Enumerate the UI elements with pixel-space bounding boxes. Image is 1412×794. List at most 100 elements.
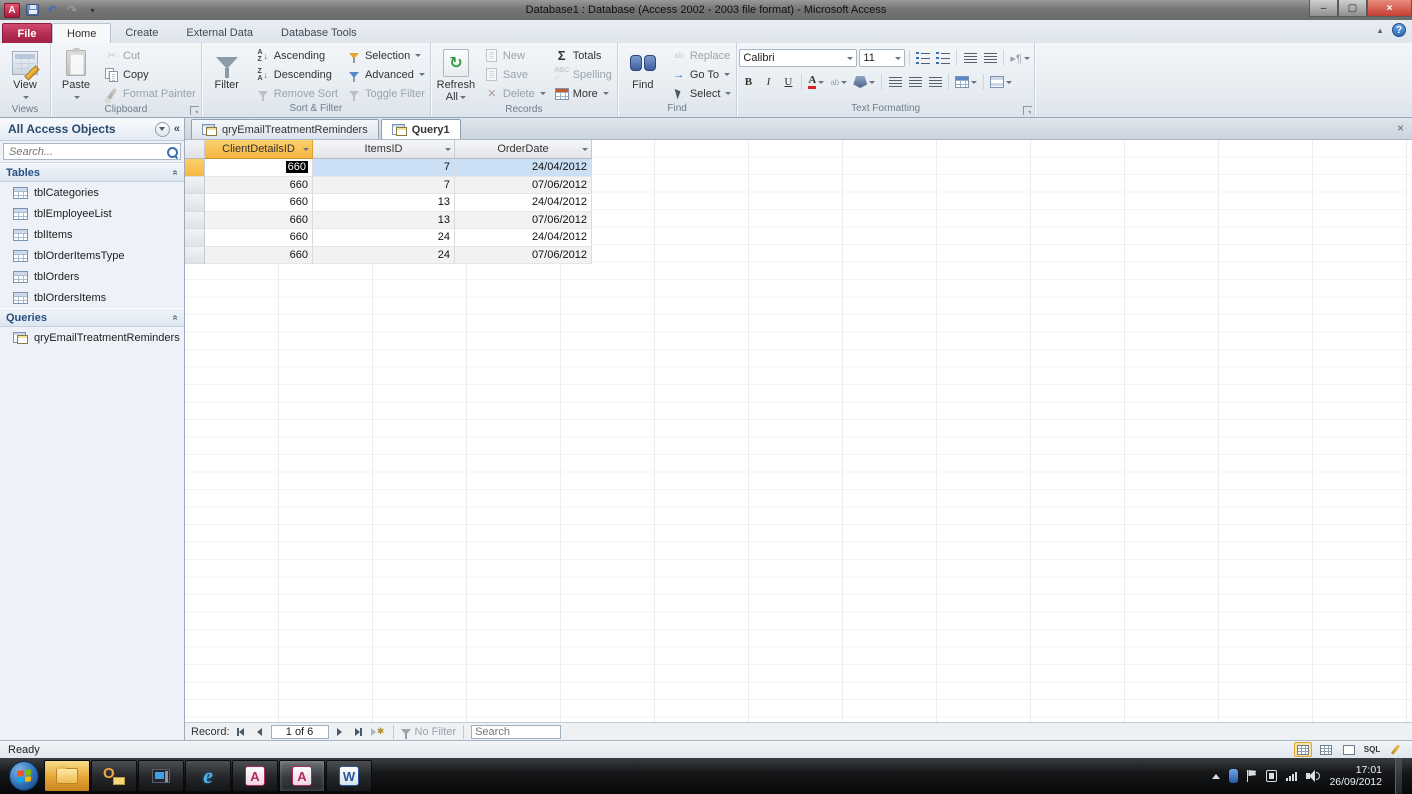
more-button[interactable]: More: [551, 84, 615, 103]
cell-clientdetailsid[interactable]: 660: [205, 246, 313, 264]
select-button[interactable]: Select: [668, 84, 735, 103]
cell-orderdate[interactable]: 24/04/2012: [455, 159, 592, 177]
toggle-filter-button[interactable]: Toggle Filter: [343, 84, 428, 103]
tab-query1[interactable]: Query1: [380, 119, 461, 139]
select-all-corner[interactable]: [185, 140, 205, 159]
numbering-button[interactable]: [934, 49, 952, 68]
sidebar-item-tblemployeelist[interactable]: tblEmployeeList: [0, 203, 184, 224]
replace-button[interactable]: ab Replace: [668, 46, 735, 65]
sidebar-item-qryemailtreatmentreminders[interactable]: qryEmailTreatmentReminders: [0, 327, 184, 348]
pivottable-view-button[interactable]: [1317, 742, 1335, 757]
align-right-button[interactable]: [926, 73, 944, 92]
ascending-button[interactable]: A Z ↓ Ascending: [252, 46, 341, 65]
tab-qryemailtreatmentreminders[interactable]: qryEmailTreatmentReminders: [191, 119, 379, 139]
cell-itemsid[interactable]: 24: [313, 229, 455, 247]
search-input[interactable]: [9, 145, 166, 158]
last-record-button[interactable]: [351, 725, 367, 739]
remove-sort-button[interactable]: Remove Sort: [252, 84, 341, 103]
cell-clientdetailsid[interactable]: 660: [205, 194, 313, 212]
record-position[interactable]: 1 of 6: [270, 724, 329, 739]
text-formatting-dialog-launcher[interactable]: [1022, 106, 1032, 115]
sidebar-item-tblorderitemstype[interactable]: tblOrderItemsType: [0, 245, 184, 266]
taskbar-access-button-2[interactable]: A: [279, 760, 325, 792]
cell-orderdate[interactable]: 24/04/2012: [455, 229, 592, 247]
cell-orderdate[interactable]: 07/06/2012: [455, 246, 592, 264]
decrease-indent-button[interactable]: [961, 49, 979, 68]
notification-icon[interactable]: [1266, 770, 1278, 782]
selection-button[interactable]: Selection: [343, 46, 428, 65]
column-dropdown-icon[interactable]: [303, 143, 309, 155]
column-dropdown-icon[interactable]: [582, 143, 588, 155]
descending-button[interactable]: Z A ↓ Descending: [252, 65, 341, 84]
collapse-section-icon[interactable]: «: [170, 170, 181, 176]
table-row[interactable]: 660 13 24/04/2012: [185, 194, 592, 212]
totals-button[interactable]: Σ Totals: [551, 46, 615, 65]
new-blank-record-button[interactable]: ✱: [370, 725, 386, 739]
design-view-button[interactable]: [1386, 742, 1404, 757]
find-button[interactable]: Find: [620, 44, 666, 92]
table-row[interactable]: 660 13 07/06/2012: [185, 211, 592, 229]
record-search-input[interactable]: [475, 725, 558, 738]
cell-itemsid[interactable]: 13: [313, 194, 455, 212]
taskbar-explorer-button[interactable]: [44, 760, 90, 792]
volume-icon[interactable]: [1306, 770, 1321, 782]
tab-create[interactable]: Create: [111, 23, 172, 43]
format-painter-button[interactable]: Format Painter: [101, 84, 199, 103]
taskbar-access-button-1[interactable]: A: [232, 760, 278, 792]
align-center-button[interactable]: [906, 73, 924, 92]
goto-button[interactable]: → Go To: [668, 65, 735, 84]
action-center-flag-icon[interactable]: [1247, 770, 1257, 782]
increase-indent-button[interactable]: [981, 49, 999, 68]
show-hidden-icons-button[interactable]: [1212, 773, 1221, 779]
sidebar-item-tblitems[interactable]: tblItems: [0, 224, 184, 245]
cell-clientdetailsid[interactable]: 660: [205, 176, 313, 194]
cut-button[interactable]: ✂ Cut: [101, 46, 199, 65]
refresh-all-button[interactable]: ↻ Refresh All: [433, 44, 479, 104]
first-record-button[interactable]: [233, 725, 249, 739]
navigation-pane-header[interactable]: All Access Objects «: [0, 118, 184, 141]
column-header-clientdetailsid[interactable]: ClientDetailsID: [205, 140, 313, 159]
cell-itemsid[interactable]: 7: [313, 159, 455, 177]
table-row[interactable]: 660 7 07/06/2012: [185, 176, 592, 194]
row-selector[interactable]: [185, 159, 205, 177]
tab-file[interactable]: File: [2, 23, 52, 43]
alternate-row-color-button[interactable]: [988, 73, 1014, 92]
table-row[interactable]: 660 24 07/06/2012: [185, 246, 592, 264]
collapse-section-icon[interactable]: «: [170, 315, 181, 321]
taskbar-word-button[interactable]: W: [326, 760, 372, 792]
datasheet-view-button[interactable]: [1294, 742, 1312, 757]
tab-external-data[interactable]: External Data: [172, 23, 267, 43]
bold-button[interactable]: B: [739, 73, 757, 92]
sql-view-button[interactable]: SQL: [1363, 742, 1381, 757]
align-left-button[interactable]: [886, 73, 904, 92]
sidebar-item-tblordersitems[interactable]: tblOrdersItems: [0, 287, 184, 308]
bluetooth-icon[interactable]: [1229, 769, 1239, 783]
row-selector[interactable]: [185, 246, 205, 264]
delete-record-button[interactable]: ✕ Delete: [481, 84, 549, 103]
taskbar-outlook-button[interactable]: O: [91, 760, 137, 792]
previous-record-button[interactable]: [252, 725, 268, 739]
section-header-queries[interactable]: Queries «: [0, 308, 184, 327]
filter-status[interactable]: No Filter: [400, 726, 456, 739]
tab-home[interactable]: Home: [52, 23, 112, 43]
sidebar-item-tblorders[interactable]: tblOrders: [0, 266, 184, 287]
table-row[interactable]: 660 7 24/04/2012: [185, 159, 592, 177]
new-record-button[interactable]: New: [481, 46, 549, 65]
column-header-itemsid[interactable]: ItemsID: [313, 140, 455, 159]
tab-database-tools[interactable]: Database Tools: [267, 23, 371, 43]
cell-itemsid[interactable]: 13: [313, 211, 455, 229]
taskbar-phone-app-button[interactable]: [138, 760, 184, 792]
cell-clientdetailsid[interactable]: 660: [205, 211, 313, 229]
cell-orderdate[interactable]: 07/06/2012: [455, 211, 592, 229]
minimize-button[interactable]: –: [1309, 0, 1338, 17]
clipboard-dialog-launcher[interactable]: [189, 106, 199, 115]
next-record-button[interactable]: [332, 725, 348, 739]
advanced-button[interactable]: Advanced: [343, 65, 428, 84]
row-selector[interactable]: [185, 176, 205, 194]
network-signal-icon[interactable]: [1286, 771, 1298, 781]
cell-itemsid[interactable]: 24: [313, 246, 455, 264]
row-selector[interactable]: [185, 194, 205, 212]
italic-button[interactable]: I: [759, 73, 777, 92]
underline-button[interactable]: U: [779, 73, 797, 92]
close-object-icon[interactable]: ×: [1397, 122, 1404, 134]
